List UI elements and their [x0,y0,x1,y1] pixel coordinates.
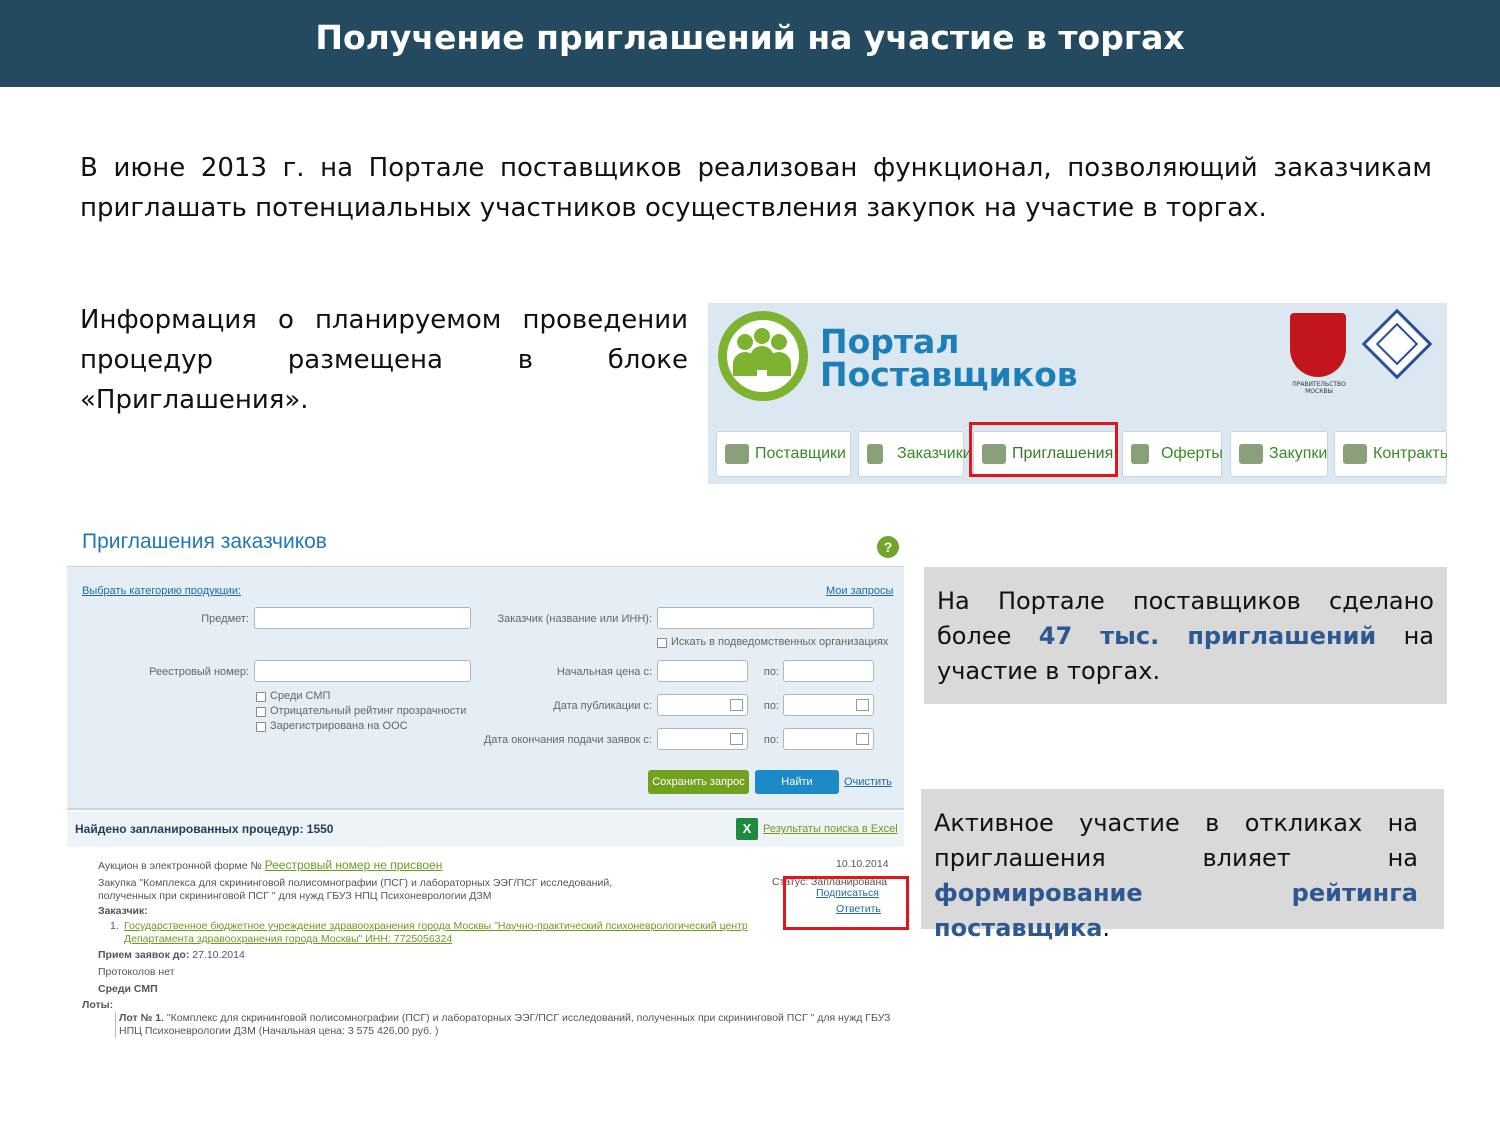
moscow-emblem-icon [1290,313,1346,377]
excel-icon[interactable]: X [736,818,758,840]
calendar-icon[interactable] [856,733,869,745]
subscribe-reply-highlight [783,876,909,930]
smp-label: Среди СМП [98,983,158,995]
registry-label: Реестровый номер: [149,666,249,678]
tab-purchases[interactable]: Закупки [1230,431,1328,477]
excel-export-link[interactable]: Результаты поиска в Excel [763,823,898,835]
results-bar: Найдено запланированных процедур: 1550 X… [67,812,904,847]
invitations-tab-highlight [969,422,1118,477]
tab-contracts[interactable]: Контракты [1334,431,1447,477]
my-requests-link[interactable]: Мои запросы [826,585,893,597]
customer-link-line-1[interactable]: Государственное бюджетное учреждение здр… [124,920,748,932]
tab-suppliers[interactable]: Поставщики [716,431,851,477]
subordinate-checkbox[interactable]: Искать в подведомственных организациях [657,636,888,648]
registry-link[interactable]: Реестровый номер не присвоен [265,858,443,872]
result-type: Аукцион в электронной форме № Реестровый… [98,858,443,872]
end-date-label: Дата окончания подачи заявок с: [483,734,652,746]
truck-icon [725,444,749,464]
lot-line-2: НПЦ Психоневрологии ДЗМ (Начальная цена:… [119,1025,439,1037]
customer-link-line-2[interactable]: Департамента здравоохранения города Моск… [124,933,452,945]
subject-input[interactable] [254,607,471,629]
portal-logo-icon [718,311,808,401]
document-icon [1131,444,1149,464]
tab-offers[interactable]: Оферты [1122,431,1223,477]
price-to-label: по: [763,666,779,678]
pub-date-label: Дата публикации с: [553,700,652,712]
find-button[interactable]: Найти [755,770,839,794]
purchase-line-1: Закупка "Комплекса для скрининговой поли… [98,877,613,889]
customer-label: Заказчик (название или ИНН): [497,613,652,625]
start-price-to-input[interactable] [783,660,874,682]
pub-to-label: по: [763,700,779,712]
intro-paragraph: В июне 2013 г. на Портале поставщиков ре… [80,153,1432,223]
start-price-label: Начальная цена с: [556,666,652,678]
portal-title: Портал Поставщиков [820,322,1078,394]
end-date-to-input[interactable] [783,728,874,750]
registry-input[interactable] [254,660,471,682]
calendar-icon[interactable] [730,699,743,711]
rating-callout: Активное участие в откликах на приглашен… [921,789,1444,942]
negative-rating-checkbox[interactable]: Отрицательный рейтинг прозрачности [256,705,466,717]
purchase-line-2: полученных при скрининговой ПСГ " для ну… [98,890,492,902]
pub-date-from-input[interactable] [657,694,748,716]
invitations-count-callout: На Портале поставщиков сделано более 47 … [924,567,1447,704]
help-icon[interactable]: ? [877,536,899,558]
end-to-label: по: [763,734,779,746]
invitations-panel: Приглашения заказчиков ? Выбрать категор… [67,516,904,1051]
lots-label: Лоты: [82,999,114,1011]
choose-category-link[interactable]: Выбрать категорию продукции: [82,585,241,597]
lot-line-1: Лот № 1. "Комплекс для скрининговой поли… [119,1012,891,1024]
result-date: 10.10.2014 [836,858,889,870]
invitations-title: Приглашения заказчиков [82,530,327,553]
deadline: Прием заявок до: 27.10.2014 [98,949,245,961]
save-request-button[interactable]: Сохранить запрос [648,770,749,794]
person-icon [867,444,883,464]
emblem-caption: ПРАВИТЕЛЬСТВО МОСКВЫ [1292,381,1346,395]
briefcase-icon [1343,444,1367,464]
subject-label: Предмет: [201,613,249,625]
info-paragraph: Информация о планируемом проведении проц… [80,305,688,415]
found-count: Найдено запланированных процедур: 1550 [75,822,334,836]
basket-icon [1239,444,1263,464]
calendar-icon[interactable] [730,733,743,745]
search-filter: Выбрать категорию продукции: Мои запросы… [67,566,904,810]
pub-date-to-input[interactable] [783,694,874,716]
start-price-from-input[interactable] [657,660,748,682]
registered-oos-checkbox[interactable]: Зарегистрирована на ООС [256,720,408,732]
protocols: Протоколов нет [98,966,175,978]
calendar-icon[interactable] [856,699,869,711]
page-title: Получение приглашений на участие в торга… [0,0,1500,87]
customer-number: 1. [110,920,119,932]
clear-link[interactable]: Очистить [844,776,892,788]
customer-input[interactable] [657,607,874,629]
smp-checkbox[interactable]: Среди СМП [256,690,330,702]
tab-customers[interactable]: Заказчики [858,431,972,477]
end-date-from-input[interactable] [657,728,748,750]
customer-heading: Заказчик: [98,905,148,917]
